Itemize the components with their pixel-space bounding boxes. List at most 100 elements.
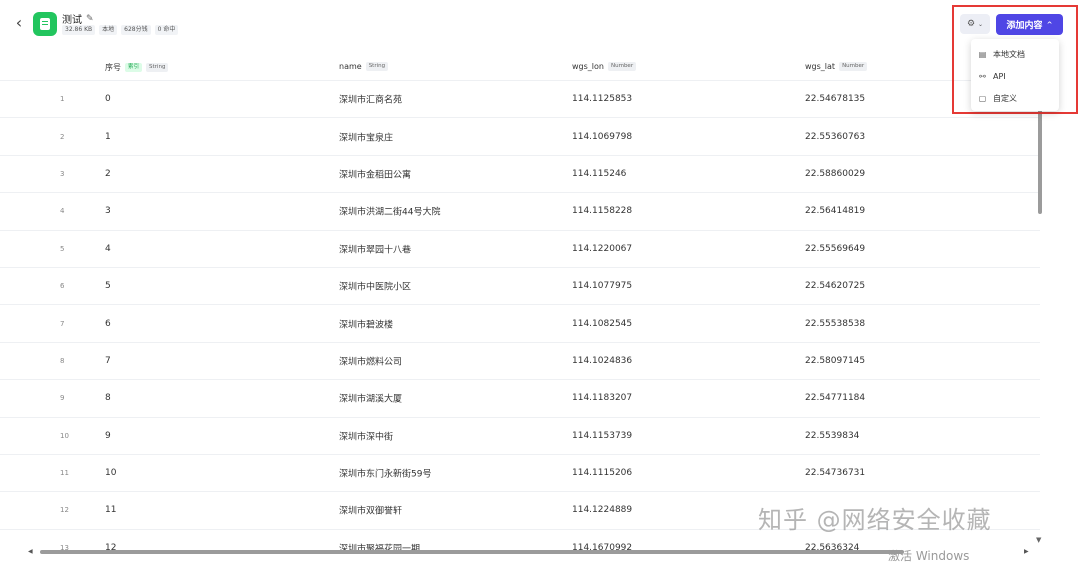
cell-wgs-lat: 22.55569649 <box>805 243 866 254</box>
chevron-down-icon: ⌄ <box>978 20 984 28</box>
type-tag: Number <box>607 62 637 71</box>
cell-name: 深圳市宝泉庄 <box>339 133 394 144</box>
row-index: 4 <box>60 207 65 216</box>
cell-seq: 7 <box>105 355 111 366</box>
cell-seq: 5 <box>105 281 111 292</box>
table-row[interactable]: 1 0 深圳市汇商名苑 114.1125853 22.54678135 <box>0 80 1040 117</box>
cell-wgs-lon: 114.115246 <box>572 168 627 179</box>
table-header: 序号 索引 String name String wgs_lon Number … <box>0 58 1040 80</box>
cell-wgs-lon: 114.1153739 <box>572 430 633 441</box>
cell-wgs-lon: 114.1220067 <box>572 243 633 254</box>
cell-name: 深圳市汇商名苑 <box>339 95 403 106</box>
table-row[interactable]: 11 10 深圳市东门永新街59号 114.1115206 22.54736731 <box>0 453 1040 491</box>
document-icon <box>40 18 50 30</box>
table-row[interactable]: 2 1 深圳市宝泉庄 114.1069798 22.55360763 <box>0 117 1040 154</box>
cell-name: 深圳市燃料公司 <box>339 357 403 368</box>
cell-wgs-lat: 22.5539834 <box>805 430 860 441</box>
cell-wgs-lon: 114.1069798 <box>572 131 633 142</box>
column-header-name[interactable]: name String <box>339 62 389 71</box>
column-header-wgs-lon[interactable]: wgs_lon Number <box>572 62 637 71</box>
scroll-down-icon[interactable]: ▼ <box>1036 536 1041 544</box>
page-title: 测试 ✎ <box>62 11 94 27</box>
cell-wgs-lat: 22.55360763 <box>805 131 866 142</box>
cell-wgs-lat: 22.54620725 <box>805 281 866 292</box>
cell-seq: 8 <box>105 393 111 404</box>
link-icon: ⚯ <box>979 71 986 81</box>
cell-wgs-lat: 22.54678135 <box>805 94 866 105</box>
add-content-button[interactable]: 添加内容 ^ <box>996 14 1063 35</box>
column-header-seq[interactable]: 序号 索引 String <box>105 62 169 73</box>
menu-item-custom[interactable]: ▢ 自定义 <box>971 87 1059 109</box>
chevron-up-icon: ^ <box>1046 20 1053 29</box>
cell-wgs-lon: 114.1125853 <box>572 94 633 105</box>
cell-wgs-lat: 22.58860029 <box>805 168 866 179</box>
settings-button[interactable]: ⚙ ⌄ <box>960 14 990 34</box>
cell-name: 深圳市中医院小区 <box>339 282 412 293</box>
toolbar-highlight: ⚙ ⌄ 添加内容 ^ ▤ 本地文档 ⚯ API ▢ 自定义 <box>952 5 1078 114</box>
cell-wgs-lon: 114.1082545 <box>572 318 633 329</box>
cell-seq: 2 <box>105 168 111 179</box>
table-row[interactable]: 5 4 深圳市翠园十八巷 114.1220067 22.55569649 <box>0 229 1040 267</box>
cell-name: 深圳市金稻田公寓 <box>339 170 412 181</box>
row-index: 1 <box>60 95 65 104</box>
row-index: 8 <box>60 356 65 365</box>
type-tag: String <box>146 63 169 72</box>
cell-name: 深圳市洪湖二街44号大院 <box>339 207 441 218</box>
table-row[interactable]: 6 5 深圳市中医院小区 114.1077975 22.54620725 <box>0 266 1040 304</box>
page-title-text: 测试 <box>62 15 82 26</box>
cell-wgs-lat: 22.55538538 <box>805 318 866 329</box>
menu-item-api[interactable]: ⚯ API <box>971 65 1059 87</box>
vertical-scrollbar[interactable] <box>1038 98 1042 214</box>
table-row[interactable]: 10 9 深圳市深中街 114.1153739 22.5539834 <box>0 416 1040 454</box>
cell-wgs-lon: 114.1224889 <box>572 505 633 516</box>
index-tag: 索引 <box>125 63 143 72</box>
cell-name: 深圳市碧波楼 <box>339 320 394 331</box>
cell-seq: 1 <box>105 131 111 142</box>
cell-name: 深圳市东门永新街59号 <box>339 469 432 480</box>
hit-badge: 0 命中 <box>154 25 179 35</box>
cost-badge: 628分钱 <box>121 25 151 35</box>
row-index: 11 <box>60 469 69 478</box>
horizontal-scrollbar[interactable]: ◀ ▶ <box>28 548 1038 556</box>
cell-wgs-lon: 114.1115206 <box>572 468 633 479</box>
horizontal-scroll-thumb[interactable] <box>40 550 904 554</box>
table-row[interactable]: 3 2 深圳市金稻田公寓 114.115246 22.58860029 <box>0 154 1040 192</box>
row-index: 5 <box>60 244 65 253</box>
cell-wgs-lat: 22.54771184 <box>805 393 866 404</box>
column-header-wgs-lat[interactable]: wgs_lat Number <box>805 62 868 71</box>
cell-wgs-lat: 22.56414819 <box>805 206 866 217</box>
note-icon: ▢ <box>978 93 987 103</box>
cell-wgs-lon: 114.1158228 <box>572 206 633 217</box>
cell-name: 深圳市双御誉轩 <box>339 506 403 517</box>
file-icon: ▤ <box>978 49 987 59</box>
row-index: 2 <box>60 132 65 141</box>
row-index: 9 <box>60 394 65 403</box>
scroll-left-icon[interactable]: ◀ <box>28 548 33 555</box>
back-button[interactable]: ‹ <box>12 14 26 32</box>
table-row[interactable]: 7 6 深圳市碧波楼 114.1082545 22.55538538 <box>0 304 1040 341</box>
chevron-left-icon: ‹ <box>15 13 23 32</box>
row-index: 3 <box>60 169 65 178</box>
cell-name: 深圳市翠园十八巷 <box>339 245 412 256</box>
cell-seq: 9 <box>105 430 111 441</box>
table-body: 1 0 深圳市汇商名苑 114.1125853 22.54678135 2 1 深圳市宝泉庄 1… <box>0 80 1040 563</box>
cell-seq: 0 <box>105 94 111 105</box>
scroll-right-icon[interactable]: ▶ <box>1024 548 1029 555</box>
table-row[interactable]: 4 3 深圳市洪湖二街44号大院 114.1158228 22.56414819 <box>0 192 1040 229</box>
activate-windows-text: 激活 Windows <box>888 549 970 563</box>
menu-item-local-doc[interactable]: ▤ 本地文档 <box>971 43 1059 65</box>
edit-icon[interactable]: ✎ <box>86 14 94 24</box>
table-row[interactable]: 8 7 深圳市燃料公司 114.1024836 22.58097145 <box>0 341 1040 379</box>
header: ‹ 测试 ✎ 32.86 KB 本地 628分钱 0 命中 <box>0 0 1080 50</box>
gear-icon: ⚙ <box>966 19 976 29</box>
row-index: 10 <box>60 431 69 440</box>
cell-seq: 6 <box>105 318 111 329</box>
cell-seq: 4 <box>105 243 111 254</box>
cell-wgs-lon: 114.1077975 <box>572 281 633 292</box>
type-tag: Number <box>839 62 868 71</box>
cell-wgs-lon: 114.1024836 <box>572 355 633 366</box>
table-row[interactable]: 9 8 深圳市湖溪大厦 114.1183207 22.54771184 <box>0 379 1040 416</box>
cell-name: 深圳市深中街 <box>339 432 394 443</box>
cell-name: 深圳市湖溪大厦 <box>339 394 403 405</box>
add-content-menu: ▤ 本地文档 ⚯ API ▢ 自定义 <box>971 39 1059 111</box>
